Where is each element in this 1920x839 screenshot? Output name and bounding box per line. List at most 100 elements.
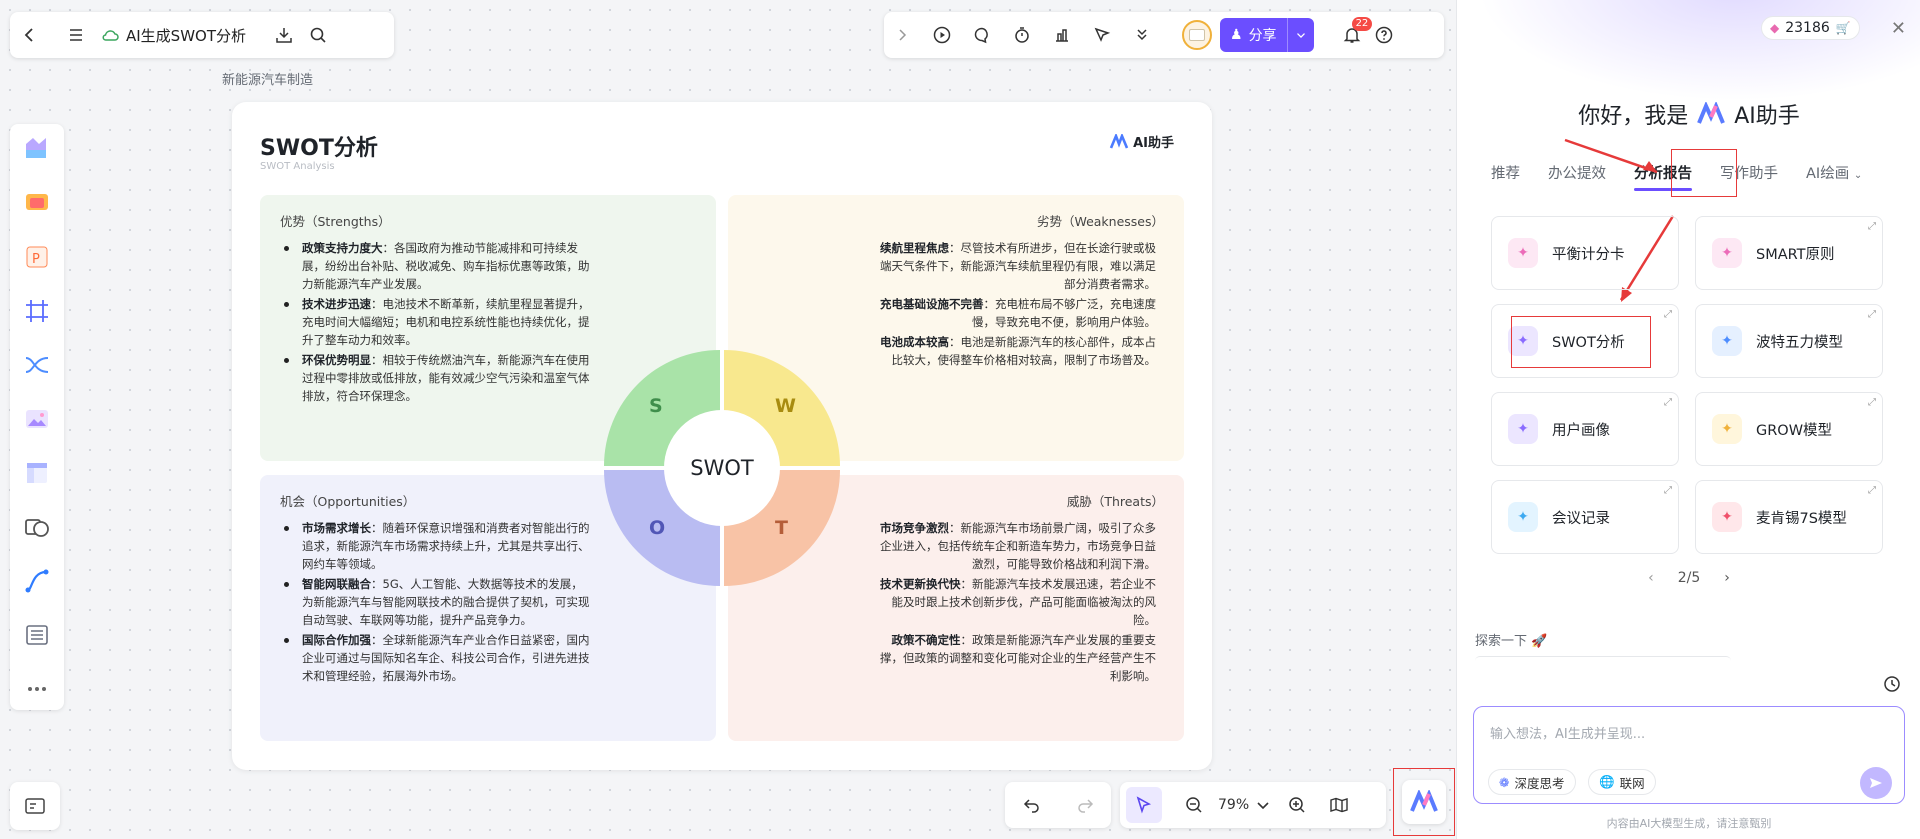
zoom-out-icon[interactable] [1184, 795, 1204, 815]
zoom-dropdown-icon[interactable] [1253, 795, 1273, 815]
greeting-text: 你好，我是 [1578, 104, 1689, 129]
redo-icon[interactable] [1075, 795, 1095, 815]
pager-prev-icon[interactable]: ‹ [1648, 570, 1654, 586]
notification-bell-icon[interactable]: 22 [1342, 17, 1373, 45]
text-tool-icon[interactable]: P [22, 242, 52, 272]
expand-icon[interactable]: ⤢ [1664, 485, 1672, 496]
svg-text:P: P [32, 252, 40, 267]
menu-icon[interactable] [66, 25, 86, 45]
search-icon[interactable] [308, 25, 328, 45]
more-tools-icon[interactable] [22, 674, 52, 704]
list-item: 市场竞争激烈：新能源汽车市场前景广阔，吸引了众多企业进入，包括传统车企和新造车势… [880, 521, 1156, 571]
send-button[interactable] [1860, 767, 1892, 799]
deep-think-toggle[interactable]: ❁ 深度思考 [1488, 769, 1576, 795]
minimap-button[interactable] [10, 782, 60, 830]
download-icon[interactable] [274, 25, 294, 45]
template-meeting-notes[interactable]: ✦ 会议记录 ⤢ [1491, 480, 1679, 554]
avatar[interactable] [1182, 20, 1212, 50]
panel-greeting: 你好，我是 AI助手 [1457, 98, 1920, 130]
help-icon[interactable] [1374, 25, 1394, 45]
share-dropdown-icon[interactable] [1288, 18, 1314, 52]
expand-icon[interactable]: ⤢ [1868, 309, 1876, 320]
breadcrumb[interactable]: 新能源汽车制造 [222, 69, 313, 88]
deep-think-icon: ❁ [1499, 774, 1510, 790]
explore-card-edge [1475, 656, 1731, 666]
mindmap-tool-icon[interactable] [22, 350, 52, 380]
list-item: 技术更新换代快：新能源汽车技术发展迅速，若企业不能及时跟上技术创新步伐，产品可能… [880, 577, 1156, 627]
connector-tool-icon[interactable] [22, 566, 52, 596]
back-icon[interactable] [20, 25, 40, 45]
vote-icon[interactable] [1052, 25, 1072, 45]
template-label: 平衡计分卡 [1552, 246, 1625, 263]
sticky-note-tool-icon[interactable] [22, 188, 52, 218]
image-tool-icon[interactable] [22, 404, 52, 434]
card-title: SWOT分析 [260, 136, 378, 161]
ai-assistant-toggle-button[interactable] [1393, 768, 1455, 836]
doc-title[interactable]: AI生成SWOT分析 [126, 25, 246, 46]
sparkle-icon: ✦ [1712, 502, 1742, 532]
close-icon[interactable]: ✕ [1891, 18, 1906, 39]
pager-next-icon[interactable]: › [1724, 570, 1730, 586]
expand-icon[interactable]: ⤢ [1868, 485, 1876, 496]
rocket-icon: 🚀 [1531, 634, 1548, 649]
explore-label: 探索一下 🚀 [1475, 634, 1548, 649]
credits-gem-icon: ◆ [1770, 21, 1780, 35]
book-icon[interactable] [1329, 795, 1349, 815]
web-search-label: 联网 [1619, 775, 1645, 791]
ai-logo-icon [1697, 102, 1726, 124]
template-mckinsey-7s[interactable]: ✦ 麦肯锡7S模型 ⤢ [1695, 480, 1883, 554]
select-tool-button[interactable] [1126, 787, 1162, 823]
play-icon[interactable] [932, 25, 952, 45]
strengths-heading: 优势（Strengths） [280, 214, 391, 229]
strengths-list: 政策支持力度大：各国政府为推动节能减排和可持续发展，纷纷出台补贴、税收减免、购车… [280, 239, 590, 405]
table-tool-icon[interactable] [22, 458, 52, 488]
more-chevron-icon[interactable] [1132, 25, 1152, 45]
wheel-label-o: O [649, 517, 666, 539]
comment-icon[interactable] [972, 25, 992, 45]
web-search-toggle[interactable]: 🌐 联网 [1588, 769, 1656, 795]
template-pager: ‹ 2/5 › [1457, 570, 1920, 586]
template-balanced-scorecard[interactable]: ✦ 平衡计分卡 [1491, 216, 1679, 290]
credits-badge[interactable]: ◆ 23186 🛒 [1761, 16, 1860, 40]
analysis-tab-highlight [1671, 149, 1737, 197]
tab-office[interactable]: 办公提效 [1548, 162, 1606, 191]
zoom-in-icon[interactable] [1287, 795, 1307, 815]
expand-icon[interactable]: ⤢ [1664, 397, 1672, 408]
chevron-down-icon: ⌄ [1853, 170, 1863, 181]
sparkle-icon: ✦ [1712, 326, 1742, 356]
history-icon[interactable] [1882, 674, 1902, 694]
template-label: GROW模型 [1756, 422, 1833, 439]
undo-icon[interactable] [1022, 795, 1042, 815]
prompt-input[interactable]: 输入想法，AI生成并呈现... [1490, 723, 1645, 742]
ai-template-tool-icon[interactable] [22, 134, 52, 164]
template-persona[interactable]: ✦ 用户画像 ⤢ [1491, 392, 1679, 466]
top-left-toolbar: AI生成SWOT分析 [10, 12, 394, 58]
credits-value: 23186 [1785, 20, 1830, 36]
zoom-level[interactable]: 79% [1218, 797, 1249, 813]
frame-tool-icon[interactable] [22, 296, 52, 326]
expand-icon[interactable]: ⤢ [1664, 309, 1672, 320]
expand-icon[interactable]: ⤢ [1868, 397, 1876, 408]
cursor-icon [1136, 796, 1152, 814]
shape-tool-icon[interactable] [22, 512, 52, 542]
timer-icon[interactable] [1012, 25, 1032, 45]
list-item: 市场需求增长：随着环保意识增强和消费者对智能出行的追求，新能源汽车市场需求持续上… [280, 519, 590, 573]
template-label: 用户画像 [1552, 422, 1610, 439]
list-item: 政策不确定性：政策是新能源汽车产业发展的重要支撑，但政策的调整和变化可能对企业的… [880, 633, 1156, 683]
assistant-name: AI助手 [1734, 104, 1800, 129]
template-grow[interactable]: ✦ GROW模型 ⤢ [1695, 392, 1883, 466]
expand-icon[interactable]: ⤢ [1868, 221, 1876, 232]
chevron-right-icon[interactable] [892, 25, 912, 45]
top-right-toolbar: ♟ 分享 22 [884, 12, 1444, 58]
prompt-input-box[interactable]: 输入想法，AI生成并呈现... ❁ 深度思考 🌐 联网 [1473, 706, 1905, 804]
swot-card[interactable]: SWOT分析 SWOT Analysis AI助手 优势（Strengths） … [232, 102, 1212, 770]
tab-ai-drawing[interactable]: AI绘画 ⌄ [1806, 162, 1862, 191]
template-smart[interactable]: ✦ SMART原则 ⤢ [1695, 216, 1883, 290]
tab-recommend[interactable]: 推荐 [1491, 162, 1520, 191]
template-porter[interactable]: ✦ 波特五力模型 ⤢ [1695, 304, 1883, 378]
weaknesses-list: 续航里程焦虑：尽管技术有所进步，但在长途行驶或极端天气条件下，新能源汽车续航里程… [854, 239, 1164, 369]
share-button[interactable]: ♟ 分享 [1220, 18, 1314, 52]
laser-pointer-icon[interactable] [1092, 25, 1112, 45]
list-item: 智能网联融合：5G、人工智能、大数据等技术的发展，为新能源汽车与智能网联技术的融… [280, 575, 590, 629]
list-tool-icon[interactable] [22, 620, 52, 650]
